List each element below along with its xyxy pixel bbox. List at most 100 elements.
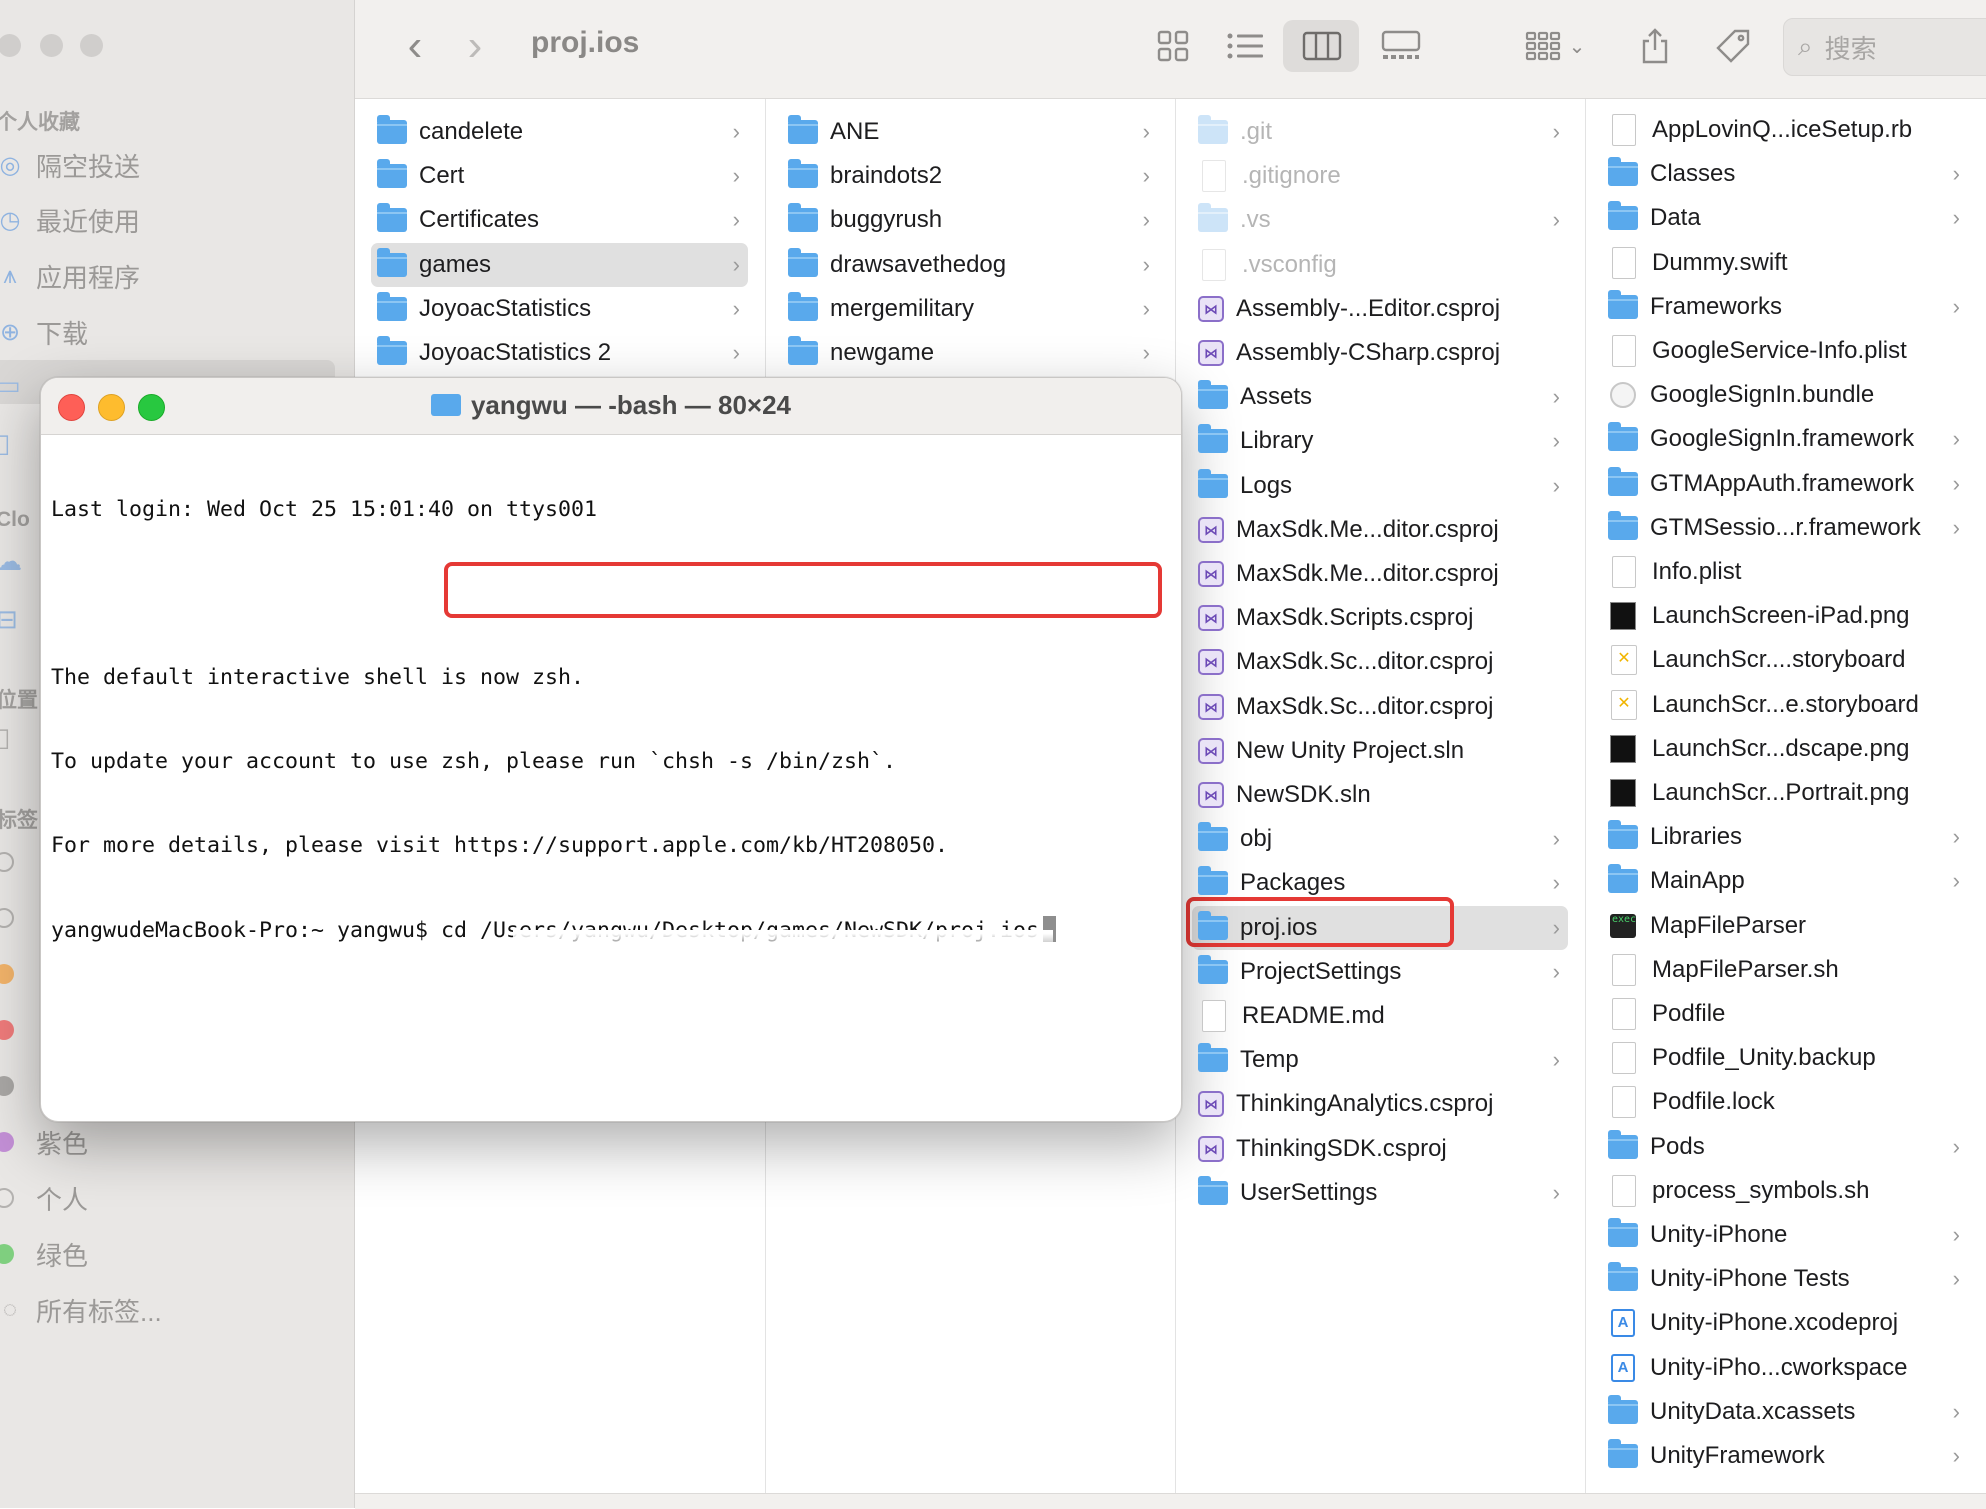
file-row[interactable]: Dummy.swift (1608, 243, 1968, 283)
finder-column-3[interactable]: .git › .gitignore .vs › .vsconfig ⋈ Assembly-..… (1176, 99, 1586, 1493)
file-row[interactable]: ⋈ MaxSdk.Sc...ditor.csproj (1198, 687, 1568, 727)
file-row[interactable]: ⋈ New Unity Project.sln (1198, 731, 1568, 771)
sidebar-item-downloads[interactable]: ⊕ 下载 (0, 310, 88, 354)
file-row[interactable]: Certificates › (377, 200, 748, 240)
file-row[interactable]: ProjectSettings › (1198, 952, 1568, 992)
file-row[interactable]: LaunchScreen-iPad.png (1608, 596, 1968, 636)
search-field[interactable]: ⌕ 搜索 (1783, 18, 1986, 76)
tag-ring[interactable] (0, 852, 14, 872)
tag-ring[interactable] (0, 908, 14, 928)
file-row[interactable]: ⋈ Assembly-CSharp.csproj (1198, 333, 1568, 373)
file-row[interactable]: Library › (1198, 421, 1568, 461)
file-row[interactable]: ANE › (788, 112, 1158, 152)
sidebar-item-applications[interactable]: ⩚ 应用程序 (0, 254, 140, 298)
file-row[interactable]: Assets › (1198, 377, 1568, 417)
terminal-window[interactable]: yangwu — -bash — 80×24 Last login: Wed O… (40, 377, 1182, 1122)
file-row[interactable]: Data › (1608, 198, 1968, 238)
forward-button[interactable]: › (455, 20, 495, 72)
list-view-button[interactable] (1217, 20, 1273, 72)
file-row[interactable]: ⋈ ThinkingAnalytics.csproj (1198, 1084, 1568, 1124)
file-row[interactable]: GoogleSignIn.framework › (1608, 419, 1968, 459)
file-row[interactable]: ⋈ MaxSdk.Sc...ditor.csproj (1198, 642, 1568, 682)
file-row[interactable]: ✕ LaunchScr...e.storyboard (1608, 685, 1968, 725)
file-row[interactable]: ⋈ NewSDK.sln (1198, 775, 1568, 815)
file-row[interactable]: A Unity-iPho...cworkspace (1608, 1348, 1968, 1388)
sidebar-tag-personal[interactable]: 个人 (0, 1176, 88, 1220)
tag-red[interactable] (0, 1020, 14, 1040)
file-row[interactable]: GoogleSignIn.bundle (1608, 375, 1968, 415)
sidebar-tag-green[interactable]: 绿色 (0, 1232, 88, 1276)
file-row[interactable]: GoogleService-Info.plist (1608, 331, 1968, 371)
tag-orange[interactable] (0, 964, 14, 984)
terminal-output[interactable]: Last login: Wed Oct 25 15:01:40 on ttys0… (51, 440, 1171, 1001)
file-row[interactable]: candelete › (377, 112, 748, 152)
file-row[interactable]: README.md (1198, 996, 1568, 1036)
file-row[interactable]: JoyoacStatistics › (377, 289, 748, 329)
file-row[interactable]: Temp › (1198, 1040, 1568, 1080)
file-row[interactable]: GTMAppAuth.framework › (1608, 464, 1968, 504)
tag-button[interactable] (1705, 20, 1761, 72)
file-row[interactable]: ✕ LaunchScr....storyboard (1608, 640, 1968, 680)
sidebar-item-recents[interactable]: ◷ 最近使用 (0, 198, 140, 242)
file-row[interactable]: MapFileParser.sh (1608, 950, 1968, 990)
chevron-right-icon: › (1952, 205, 1960, 231)
file-row[interactable]: AppLovinQ...iceSetup.rb (1608, 110, 1968, 150)
file-row[interactable]: Unity-iPhone › (1608, 1215, 1968, 1255)
sidebar-all-tags[interactable]: ◌ 所有标签... (0, 1288, 162, 1332)
file-row[interactable]: buggyrush › (788, 200, 1158, 240)
file-row[interactable]: Logs › (1198, 466, 1568, 506)
share-button[interactable] (1627, 20, 1683, 72)
file-row[interactable]: JoyoacStatistics 2 › (377, 333, 748, 373)
file-row[interactable]: Cert › (377, 156, 748, 196)
file-row[interactable]: Frameworks › (1608, 287, 1968, 327)
file-row[interactable]: Podfile (1608, 994, 1968, 1034)
window-close-button[interactable] (0, 34, 21, 57)
group-by-button[interactable]: ⌄ (1515, 20, 1595, 72)
file-row[interactable]: .git › (1198, 112, 1568, 152)
file-row[interactable]: Classes › (1608, 154, 1968, 194)
file-row[interactable]: UnityData.xcassets › (1608, 1392, 1968, 1432)
file-row[interactable]: ⋈ Assembly-...Editor.csproj (1198, 289, 1568, 329)
file-row[interactable]: GTMSessio...r.framework › (1608, 508, 1968, 548)
file-row[interactable]: .vs › (1198, 200, 1568, 240)
tag-gray[interactable] (0, 1076, 14, 1096)
back-button[interactable]: ‹ (395, 20, 435, 72)
file-row[interactable]: mergemilitary › (788, 289, 1158, 329)
file-name: mergemilitary (830, 294, 975, 322)
file-row[interactable]: drawsavethedog › (788, 245, 1158, 285)
file-row[interactable]: ⋈ MaxSdk.Me...ditor.csproj (1198, 510, 1568, 550)
file-row[interactable]: obj › (1198, 819, 1568, 859)
file-row[interactable]: Info.plist (1608, 552, 1968, 592)
file-row[interactable]: exec MapFileParser (1608, 906, 1968, 946)
file-row[interactable]: games › (371, 242, 748, 287)
gallery-view-button[interactable] (1373, 20, 1429, 72)
tag-purple-dot (0, 1132, 14, 1152)
file-row[interactable]: MainApp › (1608, 861, 1968, 901)
file-row[interactable]: LaunchScr...dscape.png (1608, 729, 1968, 769)
sidebar-item-airdrop[interactable]: ◎ 隔空投送 (0, 143, 140, 187)
file-row[interactable]: UserSettings › (1198, 1173, 1568, 1213)
file-row[interactable]: Libraries › (1608, 817, 1968, 857)
file-row[interactable]: process_symbols.sh (1608, 1171, 1968, 1211)
file-row[interactable]: Podfile_Unity.backup (1608, 1038, 1968, 1078)
window-minimize-button[interactable] (40, 34, 63, 57)
file-row[interactable]: braindots2 › (788, 156, 1158, 196)
file-row[interactable]: newgame › (788, 333, 1158, 373)
file-row[interactable]: ⋈ MaxSdk.Me...ditor.csproj (1198, 554, 1568, 594)
file-row[interactable]: LaunchScr...Portrait.png (1608, 773, 1968, 813)
icon-view-button[interactable] (1145, 20, 1201, 72)
file-row[interactable]: UnityFramework › (1608, 1436, 1968, 1476)
file-row[interactable]: .vsconfig (1198, 245, 1568, 285)
file-row[interactable]: ⋈ ThinkingSDK.csproj (1198, 1129, 1568, 1169)
file-row[interactable]: Pods › (1608, 1127, 1968, 1167)
file-row[interactable]: Podfile.lock (1608, 1082, 1968, 1122)
file-row[interactable]: Unity-iPhone Tests › (1608, 1259, 1968, 1299)
file-row[interactable]: .gitignore (1198, 156, 1568, 196)
sidebar-tag-purple[interactable]: 紫色 (0, 1120, 88, 1164)
file-name: MaxSdk.Sc...ditor.csproj (1236, 692, 1494, 720)
file-row[interactable]: A Unity-iPhone.xcodeproj (1608, 1303, 1968, 1343)
file-row[interactable]: ⋈ MaxSdk.Scripts.csproj (1198, 598, 1568, 638)
window-zoom-button[interactable] (80, 34, 103, 57)
terminal-titlebar[interactable]: yangwu — -bash — 80×24 (41, 378, 1181, 435)
finder-column-4[interactable]: AppLovinQ...iceSetup.rb Classes › Data › Dumm… (1586, 99, 1986, 1493)
